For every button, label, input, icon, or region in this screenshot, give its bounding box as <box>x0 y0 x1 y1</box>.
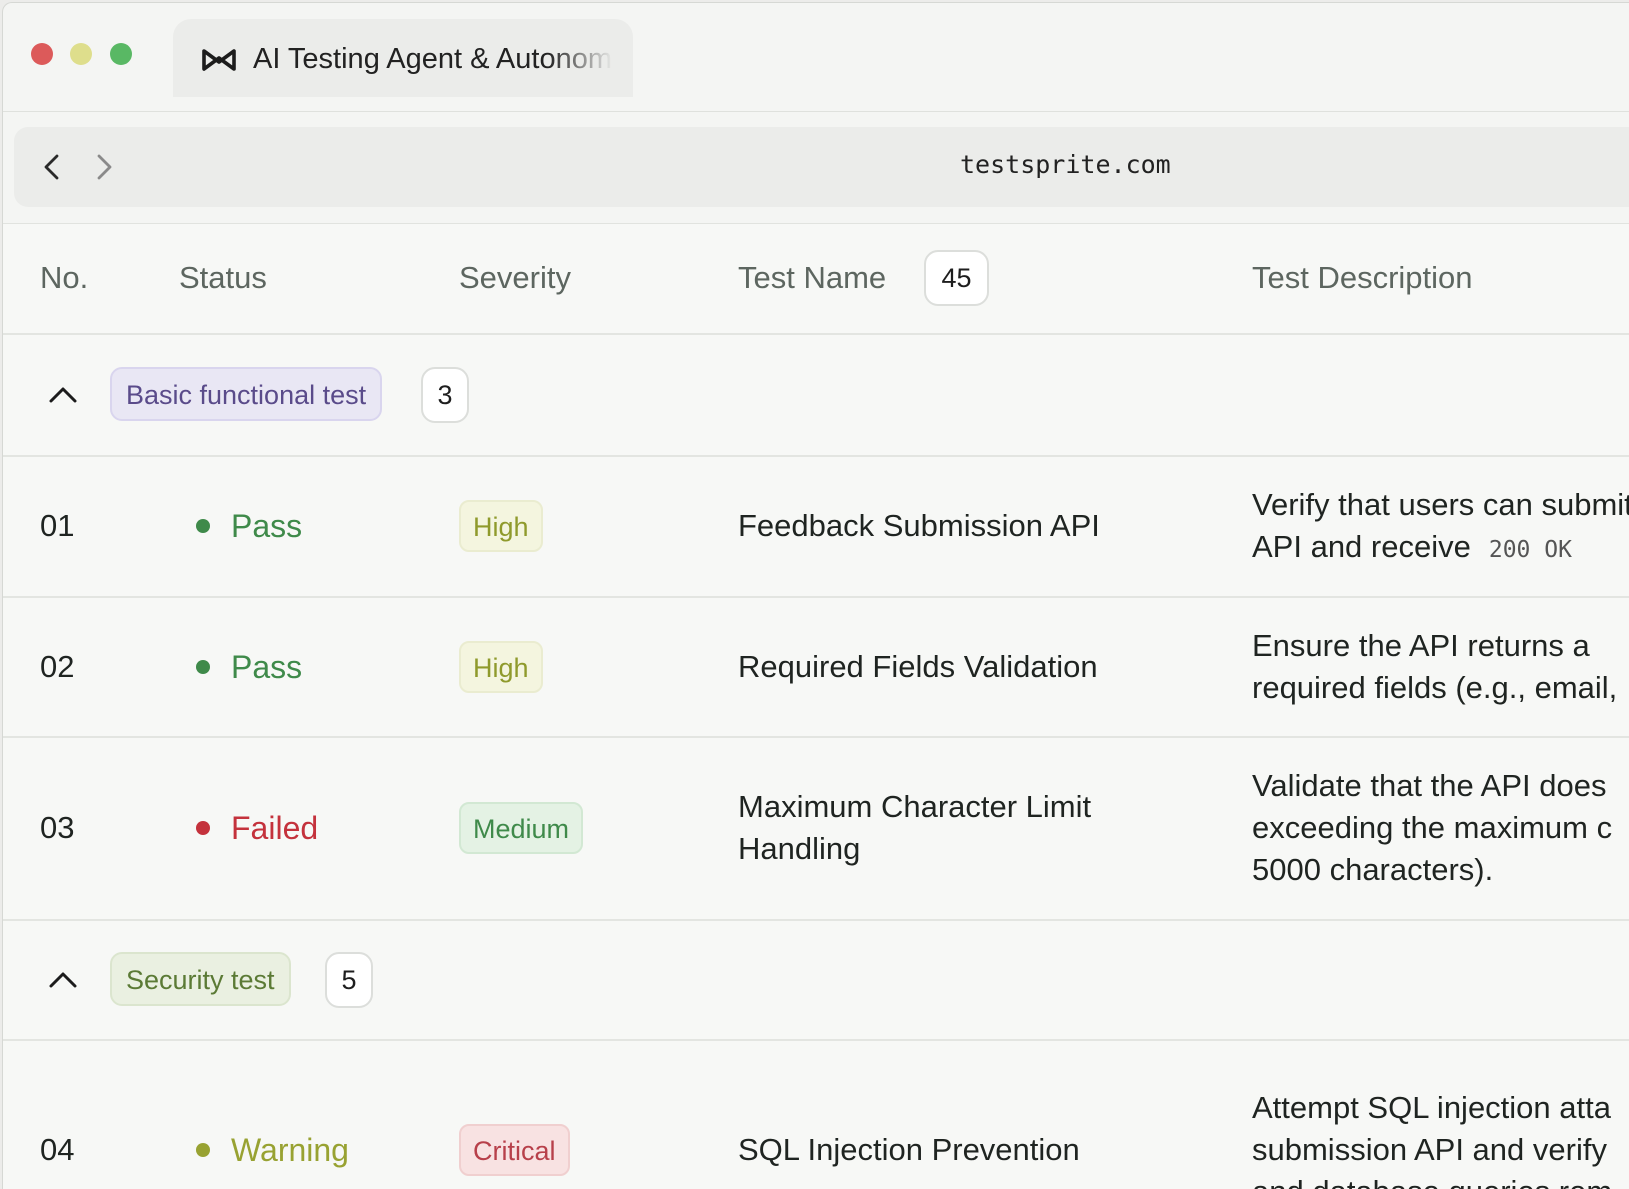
test-name: SQL Injection Prevention <box>738 1132 1080 1167</box>
table-row[interactable]: 04 Warning Critical SQL Injection Preven… <box>3 1041 1629 1189</box>
title-bar: AI Testing Agent & Autonomous <box>3 3 1629 111</box>
test-count-badge: 45 <box>924 250 989 306</box>
group-tag: Basic functional test <box>110 367 383 421</box>
group-row[interactable]: Security test 5 <box>3 921 1629 1041</box>
col-header-test-name[interactable]: Test Name <box>738 258 886 298</box>
col-header-status[interactable]: Status <box>179 258 267 298</box>
testsprite-logo-icon <box>202 49 236 71</box>
severity-badge: Medium <box>459 802 584 854</box>
table-header: No. Status Severity Test Name 45 Test De… <box>3 224 1629 335</box>
test-description-line: 5000 characters). <box>1252 852 1494 887</box>
description-text: API and receive <box>1252 529 1471 564</box>
test-description-line: submission API and verify <box>1252 1132 1607 1167</box>
test-description-line: exceeding the maximum c <box>1252 810 1613 845</box>
browser-tab[interactable]: AI Testing Agent & Autonomous <box>173 19 633 97</box>
group-count-badge: 5 <box>325 952 373 1008</box>
row-number: 04 <box>40 1132 75 1167</box>
test-description-line: and database queries rem <box>1252 1171 1612 1189</box>
test-name-line: Handling <box>738 831 861 866</box>
url-text[interactable]: testsprite.com <box>960 145 1171 185</box>
table-row[interactable]: 01 Pass High Feedback Submission API Ver… <box>3 457 1629 598</box>
table-row[interactable]: 03 Failed Medium Maximum Character Limit… <box>3 738 1629 921</box>
minimize-window-button[interactable] <box>70 43 92 65</box>
close-window-button[interactable] <box>31 43 53 65</box>
test-description-line: Ensure the API returns a <box>1252 628 1590 663</box>
chevron-up-icon[interactable] <box>47 964 79 996</box>
zoom-window-button[interactable] <box>110 43 132 65</box>
test-name: Required Fields Validation <box>738 649 1098 684</box>
test-description-line: Verify that users can submit <box>1252 487 1629 522</box>
test-description-line: API and receive 200 OK <box>1252 526 1572 571</box>
tab-title: AI Testing Agent & Autonomous <box>253 43 613 75</box>
row-number: 03 <box>40 810 75 845</box>
group-row[interactable]: Basic functional test 3 <box>3 335 1629 457</box>
col-header-severity[interactable]: Severity <box>459 258 571 298</box>
back-arrow-icon[interactable] <box>32 147 72 187</box>
row-number: 02 <box>40 649 75 684</box>
col-header-no[interactable]: No. <box>40 258 88 298</box>
status-text: Pass <box>231 508 303 544</box>
status-text: Pass <box>231 649 303 685</box>
severity-badge: Critical <box>459 1124 570 1176</box>
status-text: Failed <box>231 810 319 846</box>
test-description-line: Validate that the API does <box>1252 768 1607 803</box>
test-name: Feedback Submission API <box>738 508 1100 543</box>
test-results-table: No. Status Severity Test Name 45 Test De… <box>3 224 1629 1189</box>
status-text: Warning <box>231 1132 349 1168</box>
severity-badge: High <box>459 500 543 552</box>
chevron-up-icon[interactable] <box>47 379 79 411</box>
status-dot <box>196 519 210 533</box>
test-description-line: Attempt SQL injection atta <box>1252 1090 1611 1125</box>
browser-window: AI Testing Agent & Autonomous testsprite… <box>2 2 1629 1189</box>
test-name-line: Maximum Character Limit <box>738 789 1092 824</box>
divider <box>3 111 1629 112</box>
row-number: 01 <box>40 508 75 543</box>
table-row[interactable]: 02 Pass High Required Fields Validation … <box>3 598 1629 738</box>
severity-badge: High <box>459 641 543 693</box>
status-code: 200 OK <box>1488 537 1572 563</box>
status-dot <box>196 660 210 674</box>
address-bar[interactable]: testsprite.com <box>14 127 1629 207</box>
test-description-line: required fields (e.g., email, <box>1252 670 1618 705</box>
col-header-test-description[interactable]: Test Description <box>1252 258 1473 298</box>
group-tag: Security test <box>110 952 291 1006</box>
status-dot <box>196 1143 210 1157</box>
group-count-badge: 3 <box>421 367 469 423</box>
forward-arrow-icon[interactable] <box>84 147 124 187</box>
status-dot <box>196 821 210 835</box>
